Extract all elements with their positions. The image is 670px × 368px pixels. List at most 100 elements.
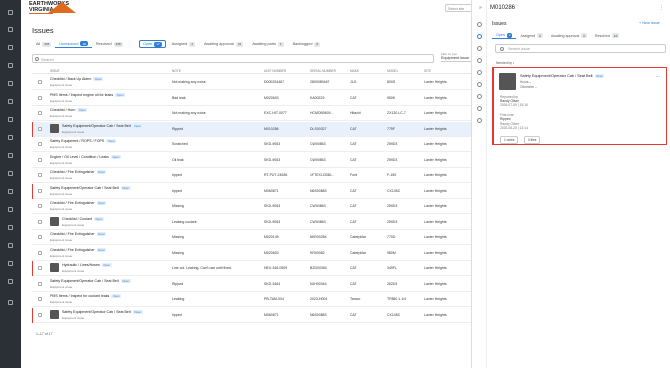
issues-icon[interactable] (477, 34, 482, 39)
row-checkbox[interactable] (38, 281, 42, 286)
column-header-site[interactable]: SITE (424, 69, 431, 73)
column-header-serial[interactable]: SERIAL NUMBER (310, 69, 336, 73)
issue-photo[interactable] (499, 73, 516, 90)
notes-pill[interactable]: 1 notes (500, 136, 519, 144)
row-checkbox[interactable] (38, 297, 42, 301)
issue-thumbnail[interactable] (50, 309, 59, 319)
tag-icon[interactable] (8, 225, 13, 230)
book-icon[interactable] (8, 261, 13, 266)
wrench-icon[interactable] (477, 46, 482, 51)
column-header-issue[interactable]: ISSUE (50, 69, 60, 73)
issue-thumbnail[interactable] (50, 216, 59, 226)
row-checkbox[interactable] (38, 312, 42, 317)
cell-serial-number: N6S00883 (310, 312, 327, 317)
row-checkbox[interactable] (38, 266, 42, 270)
detail-tab-resolved[interactable]: Resolved 10 (591, 32, 623, 39)
table-row[interactable]: Safety Equipment/Operator Cab / Seat Bel… (32, 277, 482, 292)
issue-title-text: Checklist / Fire Extinguisher (50, 232, 95, 236)
row-checkbox[interactable] (38, 188, 42, 193)
check-icon[interactable] (477, 58, 482, 63)
table-row[interactable]: PMS Items / Inspect engine oil for leaks… (32, 91, 482, 106)
grid-icon[interactable] (8, 10, 13, 15)
signal-icon[interactable] (477, 118, 482, 123)
truck-icon[interactable] (8, 99, 13, 104)
map-icon[interactable] (8, 243, 13, 248)
table-row[interactable]: Checklist / Back Up Alarm Open Equipment i… (32, 75, 482, 90)
table-row[interactable]: Checklist / Fire Extinguisher Open Equipme… (32, 168, 482, 183)
calendar-icon[interactable] (8, 189, 13, 194)
info-icon[interactable] (477, 22, 482, 27)
table-row[interactable]: Checklist / Fire Extinguisher Open Equipme… (32, 246, 482, 261)
cell-make: Ford (350, 173, 358, 177)
issue-search-input[interactable]: Search issue (495, 44, 666, 53)
people-icon[interactable] (8, 207, 13, 212)
table-row[interactable]: Safety Equipment/Operator Cab / Seat Bel… (32, 183, 482, 199)
row-checkbox[interactable] (38, 126, 42, 131)
row-checkbox[interactable] (38, 219, 42, 224)
cart-icon[interactable] (8, 81, 13, 86)
row-checkbox[interactable] (38, 95, 42, 100)
row-checkbox[interactable] (38, 235, 42, 239)
table-row[interactable]: Checklist / Fire Extinguisher Open Equipme… (32, 230, 482, 245)
clock-icon[interactable] (477, 106, 482, 111)
issue-thumbnail[interactable] (50, 123, 59, 133)
row-checkbox[interactable] (38, 142, 42, 146)
row-checkbox[interactable] (38, 250, 42, 255)
row-checkbox[interactable] (38, 204, 42, 208)
row-checkbox[interactable] (38, 111, 42, 115)
list-icon[interactable] (8, 27, 13, 32)
table-row[interactable]: Safety Equipment/Operator Cab / Seat Bel… (32, 121, 482, 137)
expand-icon[interactable]: » (479, 5, 482, 11)
files-pill[interactable]: 0 files (524, 136, 541, 144)
select-site-dropdown[interactable]: Select site (445, 4, 472, 12)
row-checkbox[interactable] (38, 157, 42, 162)
cell-make: CAT (350, 157, 357, 162)
status-tab-open[interactable]: Open 17 (139, 40, 166, 48)
column-header-make[interactable]: MAKE (350, 69, 359, 73)
table-row[interactable]: Safety Equipment/Operator Cab / Seat Bel… (32, 307, 482, 323)
status-tab-awaiting-parts[interactable]: Awaiting parts 1 (249, 40, 286, 48)
table-row[interactable]: Checklist / Coolant Open Equipment issue Le… (32, 215, 482, 230)
status-tab-backlogged[interactable]: Backlogged 0 (290, 40, 324, 48)
status-tab-awaiting-approval[interactable]: Awaiting approval 41 (201, 40, 246, 48)
table-row[interactable]: Engine / Oil Level / Condition / Leaks Op… (32, 153, 482, 168)
table-row[interactable]: Safety Equipment / ROPS / FOPS Open Equipm… (32, 137, 482, 152)
column-header-note[interactable]: NOTE (172, 69, 181, 73)
row-checkbox[interactable] (38, 80, 42, 84)
gear-icon[interactable] (8, 171, 13, 176)
new-issue-button[interactable]: + New issue (639, 21, 660, 25)
document-icon[interactable] (8, 153, 13, 158)
table-row[interactable]: PMS Items / Inspect for coolant leaks Ope… (32, 292, 482, 307)
more-icon[interactable]: ⋮ (659, 5, 664, 11)
column-header-model[interactable]: MODEL (387, 69, 398, 73)
table-row[interactable]: Checklist / Horn Open Equipment issue Not m… (32, 106, 482, 121)
issue-card[interactable]: Safety Equipment/Operator Cab / Seat Bel… (492, 67, 667, 145)
row-checkbox[interactable] (38, 173, 42, 177)
location-icon[interactable] (477, 82, 482, 87)
settings-icon[interactable] (8, 300, 13, 305)
issue-thumbnail[interactable] (50, 263, 59, 272)
wrench-icon[interactable] (8, 117, 13, 122)
card-more-icon[interactable]: ⋯ (656, 74, 661, 80)
folder-icon[interactable] (477, 70, 482, 75)
detail-tab-assigned[interactable]: Assigned 0 (516, 32, 546, 39)
chart-icon[interactable] (8, 45, 13, 50)
issue-title-text: Checklist / Fire Extinguisher (50, 170, 95, 174)
issue-title-text: Safety Equipment / ROPS / FOPS (50, 139, 105, 143)
detail-tab-awaiting-approval[interactable]: Awaiting approval 0 (547, 32, 591, 39)
box-icon[interactable] (8, 135, 13, 140)
status-tab-assigned[interactable]: Assigned 4 (169, 40, 198, 48)
tab-resolved[interactable]: Resolved 328 (92, 40, 127, 48)
page-title: Issues (32, 26, 54, 35)
fuel-icon[interactable] (8, 279, 13, 284)
search-input[interactable]: Search (32, 54, 434, 63)
tab-all[interactable]: All 346 (32, 40, 55, 48)
detail-tab-open[interactable]: Open 2 (492, 32, 517, 39)
tab-unresolved[interactable]: Unresolved 18 (55, 40, 92, 48)
table-row[interactable]: Checklist / Fire Extinguisher Open Equipme… (32, 199, 482, 214)
fuel-icon[interactable] (477, 94, 482, 99)
table-row[interactable]: Hydraulic / Lines/Hoses Open Equipment iss… (32, 261, 482, 276)
tab-label: Resolved (95, 42, 112, 46)
column-header-unit[interactable]: UNIT NUMBER (264, 69, 286, 73)
user-icon[interactable] (8, 63, 13, 68)
